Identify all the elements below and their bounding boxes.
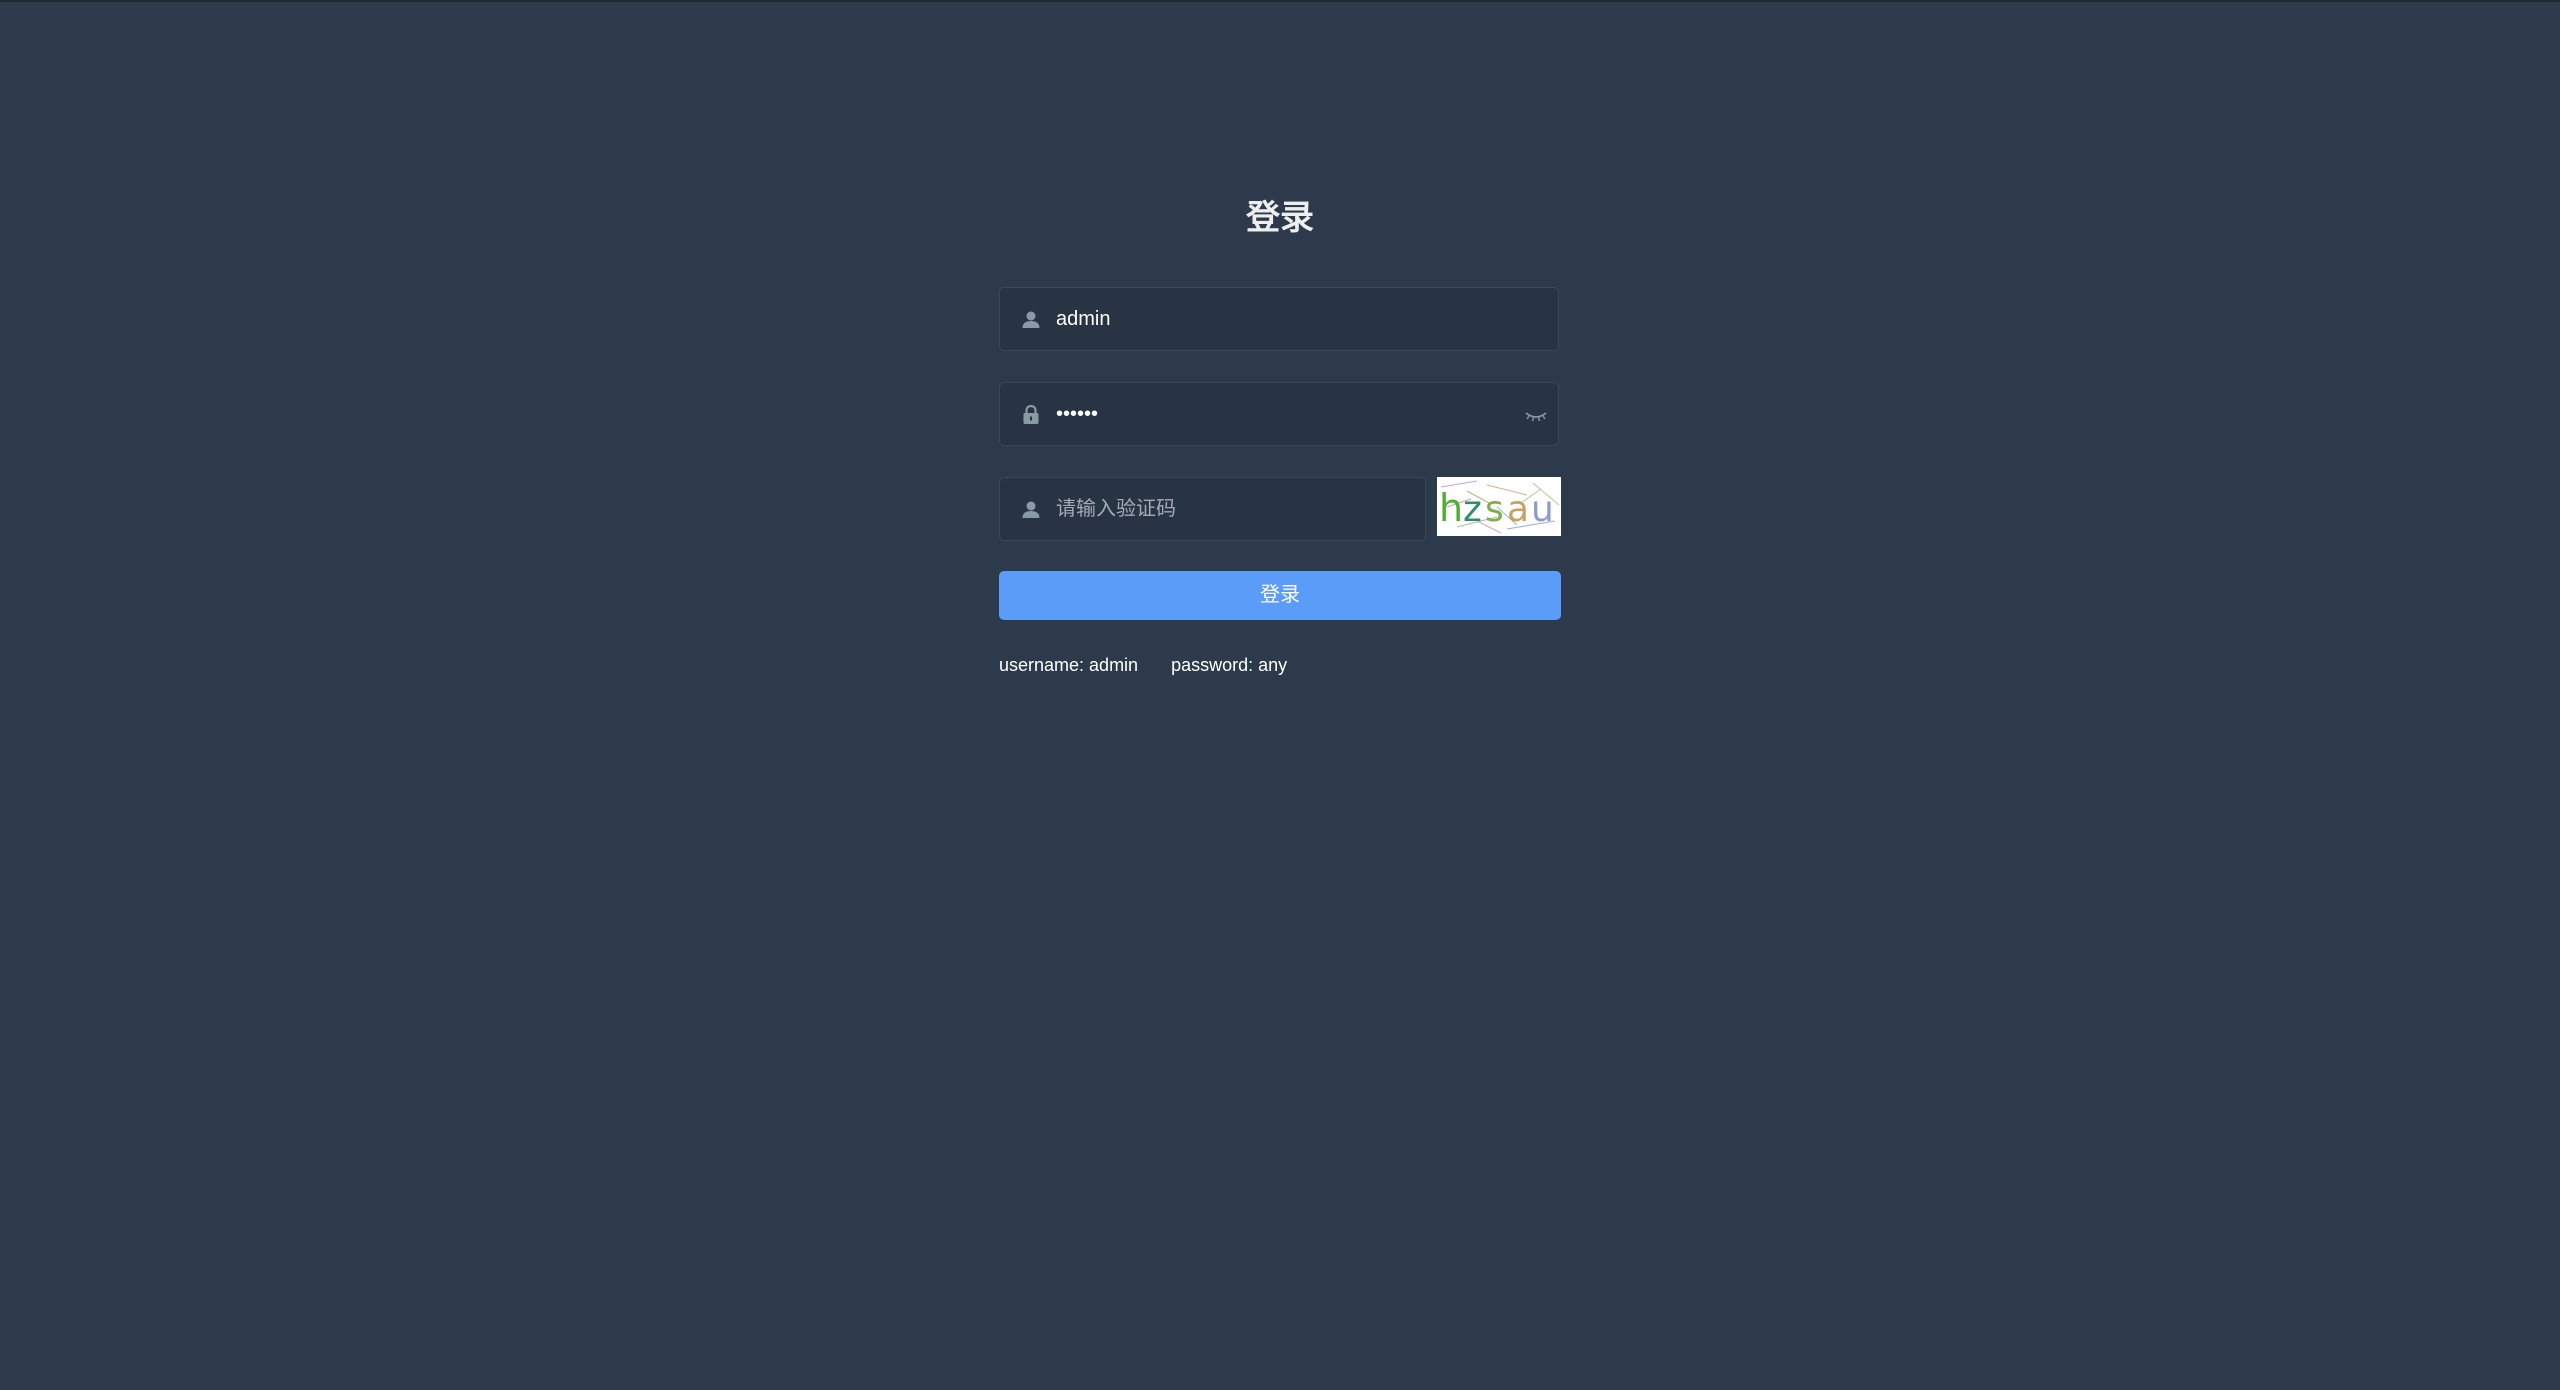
login-page: 登录 admin •••••• 请输入验证码 h z s a u 登录 user…: [0, 0, 2560, 1390]
captcha-char: a: [1507, 489, 1529, 530]
login-tips: username: admin password: any: [999, 655, 1287, 676]
captcha-char: h: [1439, 486, 1463, 530]
username-value[interactable]: admin: [1056, 288, 1110, 350]
password-value[interactable]: ••••••: [1056, 383, 1098, 445]
username-field[interactable]: admin: [999, 287, 1559, 351]
captcha-field[interactable]: 请输入验证码: [999, 477, 1426, 541]
password-field[interactable]: ••••••: [999, 382, 1559, 446]
captcha-graphic: h z s a u: [1437, 477, 1561, 536]
eye-closed-icon[interactable]: [1524, 405, 1548, 425]
captcha-input[interactable]: 请输入验证码: [1056, 478, 1176, 540]
tip-password: password: any: [1171, 655, 1288, 675]
login-title: 登录: [1246, 199, 1314, 237]
captcha-char: s: [1485, 489, 1504, 530]
login-form: 登录 admin •••••• 请输入验证码 h z s a u 登录 user…: [999, 195, 1561, 675]
captcha-char: u: [1531, 489, 1554, 530]
login-button[interactable]: 登录: [999, 571, 1561, 620]
captcha-char: z: [1463, 489, 1482, 530]
captcha-image[interactable]: h z s a u: [1437, 477, 1561, 536]
lock-icon: [1023, 404, 1039, 424]
user-icon: [1022, 501, 1040, 518]
top-border: [0, 0, 2560, 2]
tip-username: username: admin: [999, 655, 1139, 675]
user-icon: [1022, 311, 1040, 328]
